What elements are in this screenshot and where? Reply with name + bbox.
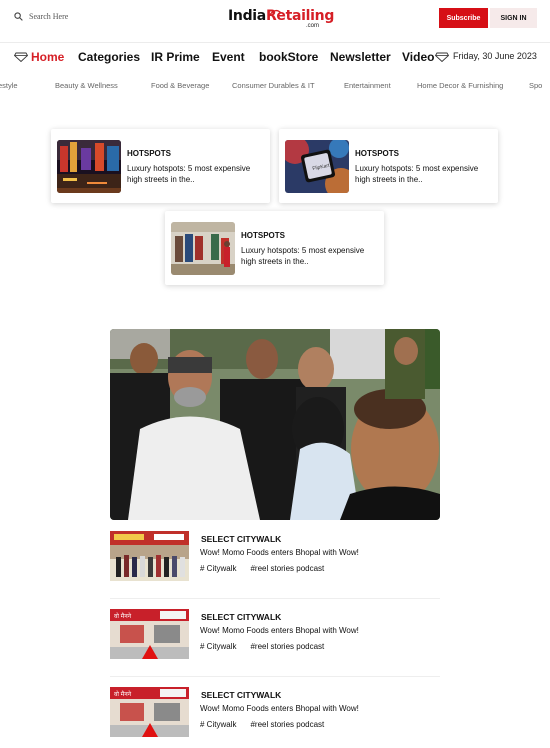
nav-item-event[interactable]: Event: [212, 50, 245, 64]
story-tag: SELECT CITYWALK: [201, 690, 282, 700]
hotspot-tag: HOTSPOTS: [241, 231, 286, 240]
story-tag: SELECT CITYWALK: [201, 534, 282, 544]
divider: [110, 676, 440, 677]
story-title[interactable]: Wow! Momo Foods enters Bhopal with Wow!: [200, 626, 359, 635]
hotspot-tag: HOTSPOTS: [127, 149, 172, 158]
hotspot-card[interactable]: FlipKart HOTSPOTS Luxury hotspots: 5 mos…: [279, 129, 498, 203]
hashtag-link[interactable]: #reel stories podcast: [250, 564, 324, 573]
divider: [0, 42, 550, 43]
diamond-icon: [435, 52, 449, 62]
story-hashtags: # Citywalk #reel stories podcast: [200, 564, 338, 573]
nav-item-newsletter[interactable]: Newsletter: [330, 50, 391, 64]
svg-text:वो मैनने: वो मैनने: [114, 690, 132, 698]
hotspot-card[interactable]: HOTSPOTS Luxury hotspots: 5 most expensi…: [51, 129, 270, 203]
nav-item-ir-prime[interactable]: IR Prime: [151, 50, 200, 64]
category-link[interactable]: Entertainment: [344, 81, 391, 90]
featured-image[interactable]: [110, 329, 440, 520]
current-date: Friday, 30 June 2023: [453, 51, 537, 61]
story-hashtags: # Citywalk #reel stories podcast: [200, 642, 338, 651]
category-link[interactable]: Spo: [529, 81, 542, 90]
story-thumbnail: वो मैनने: [110, 687, 189, 737]
sign-in-button[interactable]: SIGN IN: [490, 8, 537, 28]
story-item[interactable]: वो मैनने SELECT CITYWALK Wow! Momo Foods…: [110, 609, 440, 669]
hotspot-tag: HOTSPOTS: [355, 149, 400, 158]
search-input[interactable]: Search Here: [29, 12, 68, 21]
hashtag-link[interactable]: #reel stories podcast: [250, 642, 324, 651]
story-thumbnail: [110, 531, 189, 581]
hotspot-thumbnail: [171, 222, 235, 275]
category-link[interactable]: Home Decor & Furnishing: [417, 81, 503, 90]
hotspot-thumbnail: FlipKart: [285, 140, 349, 193]
story-tag: SELECT CITYWALK: [201, 612, 282, 622]
story-item[interactable]: वो मैनने SELECT CITYWALK Wow! Momo Foods…: [110, 687, 440, 747]
hotspot-title[interactable]: Luxury hotspots: 5 most expensive high s…: [355, 163, 491, 185]
category-link[interactable]: estyle: [0, 81, 18, 90]
svg-text:वो मैनने: वो मैनने: [114, 612, 132, 620]
diamond-icon: [14, 52, 28, 62]
hotspot-title[interactable]: Luxury hotspots: 5 most expensive high s…: [127, 163, 263, 185]
story-thumbnail: वो मैनने: [110, 609, 189, 659]
hashtag-link[interactable]: # Citywalk: [200, 720, 236, 729]
nav-item-video[interactable]: Video: [402, 50, 434, 64]
nav-item-categories[interactable]: Categories: [78, 50, 140, 64]
search-icon: [14, 12, 23, 21]
category-link[interactable]: Food & Beverage: [151, 81, 209, 90]
category-link[interactable]: Beauty & Wellness: [55, 81, 118, 90]
nav-item-home[interactable]: Home: [31, 50, 64, 64]
hashtag-link[interactable]: # Citywalk: [200, 642, 236, 651]
hashtag-link[interactable]: # Citywalk: [200, 564, 236, 573]
main-nav: Home Categories IR Prime Event bookStore…: [0, 44, 550, 72]
divider: [110, 598, 440, 599]
category-strip: estyle Beauty & Wellness Food & Beverage…: [0, 78, 550, 94]
hotspot-card[interactable]: HOTSPOTS Luxury hotspots: 5 most expensi…: [165, 211, 384, 285]
story-title[interactable]: Wow! Momo Foods enters Bhopal with Wow!: [200, 548, 359, 557]
logo-swoosh-icon: [268, 9, 282, 17]
site-logo[interactable]: IndiaRetailing .com: [228, 8, 334, 32]
subscribe-button[interactable]: Subscribe: [439, 8, 488, 28]
search-box[interactable]: Search Here: [14, 12, 68, 21]
story-hashtags: # Citywalk #reel stories podcast: [200, 720, 338, 729]
hashtag-link[interactable]: #reel stories podcast: [250, 720, 324, 729]
story-title[interactable]: Wow! Momo Foods enters Bhopal with Wow!: [200, 704, 359, 713]
hotspot-title[interactable]: Luxury hotspots: 5 most expensive high s…: [241, 245, 377, 267]
category-link[interactable]: Consumer Durables & IT: [232, 81, 315, 90]
top-bar: Search Here IndiaRetailing .com Subscrib…: [0, 0, 550, 40]
story-item[interactable]: SELECT CITYWALK Wow! Momo Foods enters B…: [110, 531, 440, 591]
nav-item-bookstore[interactable]: bookStore: [259, 50, 318, 64]
hotspot-thumbnail: [57, 140, 121, 193]
